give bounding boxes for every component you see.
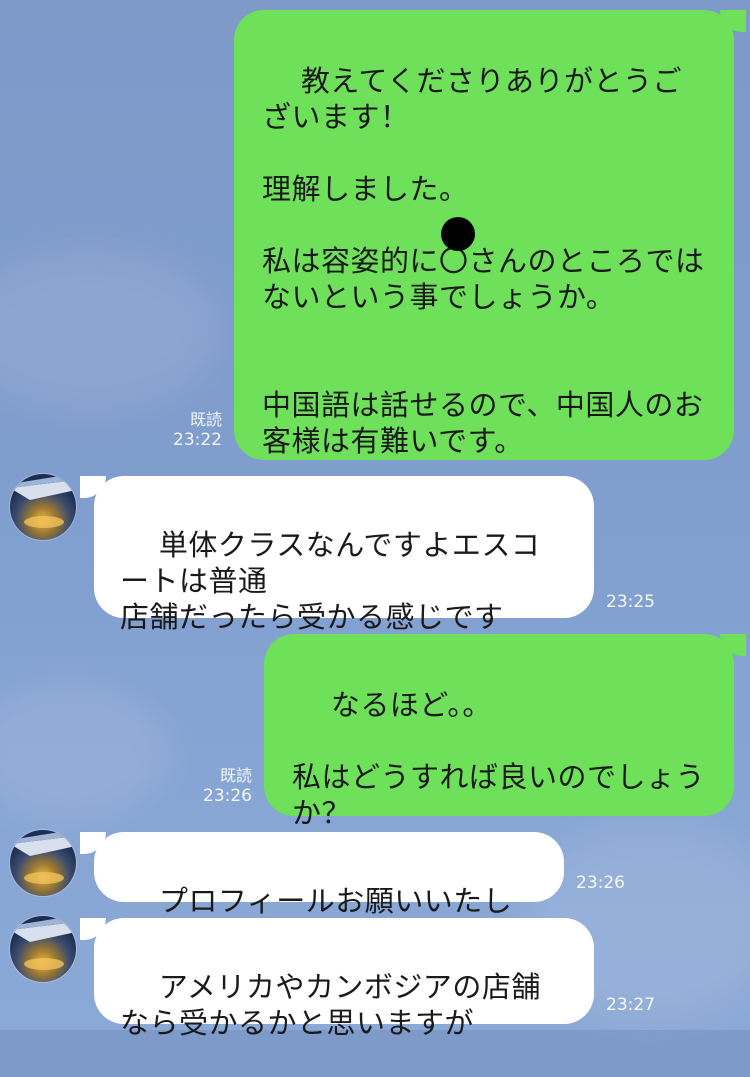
contact-avatar[interactable] <box>10 830 76 896</box>
timestamp: 23:26 <box>203 786 252 806</box>
contact-avatar[interactable] <box>10 916 76 982</box>
message-meta: 既読 23:22 <box>150 410 222 450</box>
message-text: 単体クラスなんですよエスコートは普通 店舗だったら受かる感じです <box>120 528 541 634</box>
incoming-message-bubble[interactable]: 単体クラスなんですよエスコートは普通 店舗だったら受かる感じです <box>94 476 594 634</box>
read-receipt: 既読 <box>189 410 222 429</box>
timestamp: 23:25 <box>606 592 655 612</box>
outgoing-message-bubble[interactable]: なるほど。。 私はどうすれば良いのでしょうか？ <box>264 634 734 830</box>
read-receipt: 既読 <box>219 766 252 785</box>
outgoing-message-bubble[interactable]: 教えてくださりありがとうございます！ 理解しました。 私は容姿的に〇さんのところ… <box>234 10 734 460</box>
contact-avatar[interactable] <box>10 474 76 540</box>
message-text: なるほど。。 私はどうすれば良いのでしょうか？ <box>292 688 706 830</box>
chat-view: 教えてくださりありがとうございます！ 理解しました。 私は容姿的に〇さんのところ… <box>0 0 750 1040</box>
timestamp: 23:22 <box>173 430 222 450</box>
timestamp: 23:27 <box>606 995 655 1015</box>
message-meta: 既読 23:26 <box>180 766 252 806</box>
airplane-wing-icon <box>10 832 76 884</box>
incoming-message-bubble[interactable]: アメリカやカンボジアの店舗なら受かるかと思いますが <box>94 918 594 1040</box>
incoming-message-bubble[interactable]: プロフィールお願いいたします <box>94 832 564 954</box>
airplane-wing-icon <box>10 918 76 970</box>
airplane-wing-icon <box>10 476 76 528</box>
redaction-dot <box>441 217 475 251</box>
message-text: 教えてくださりありがとうございます！ 理解しました。 私は容姿的に〇さんのところ… <box>262 64 705 458</box>
timestamp: 23:26 <box>576 873 625 893</box>
